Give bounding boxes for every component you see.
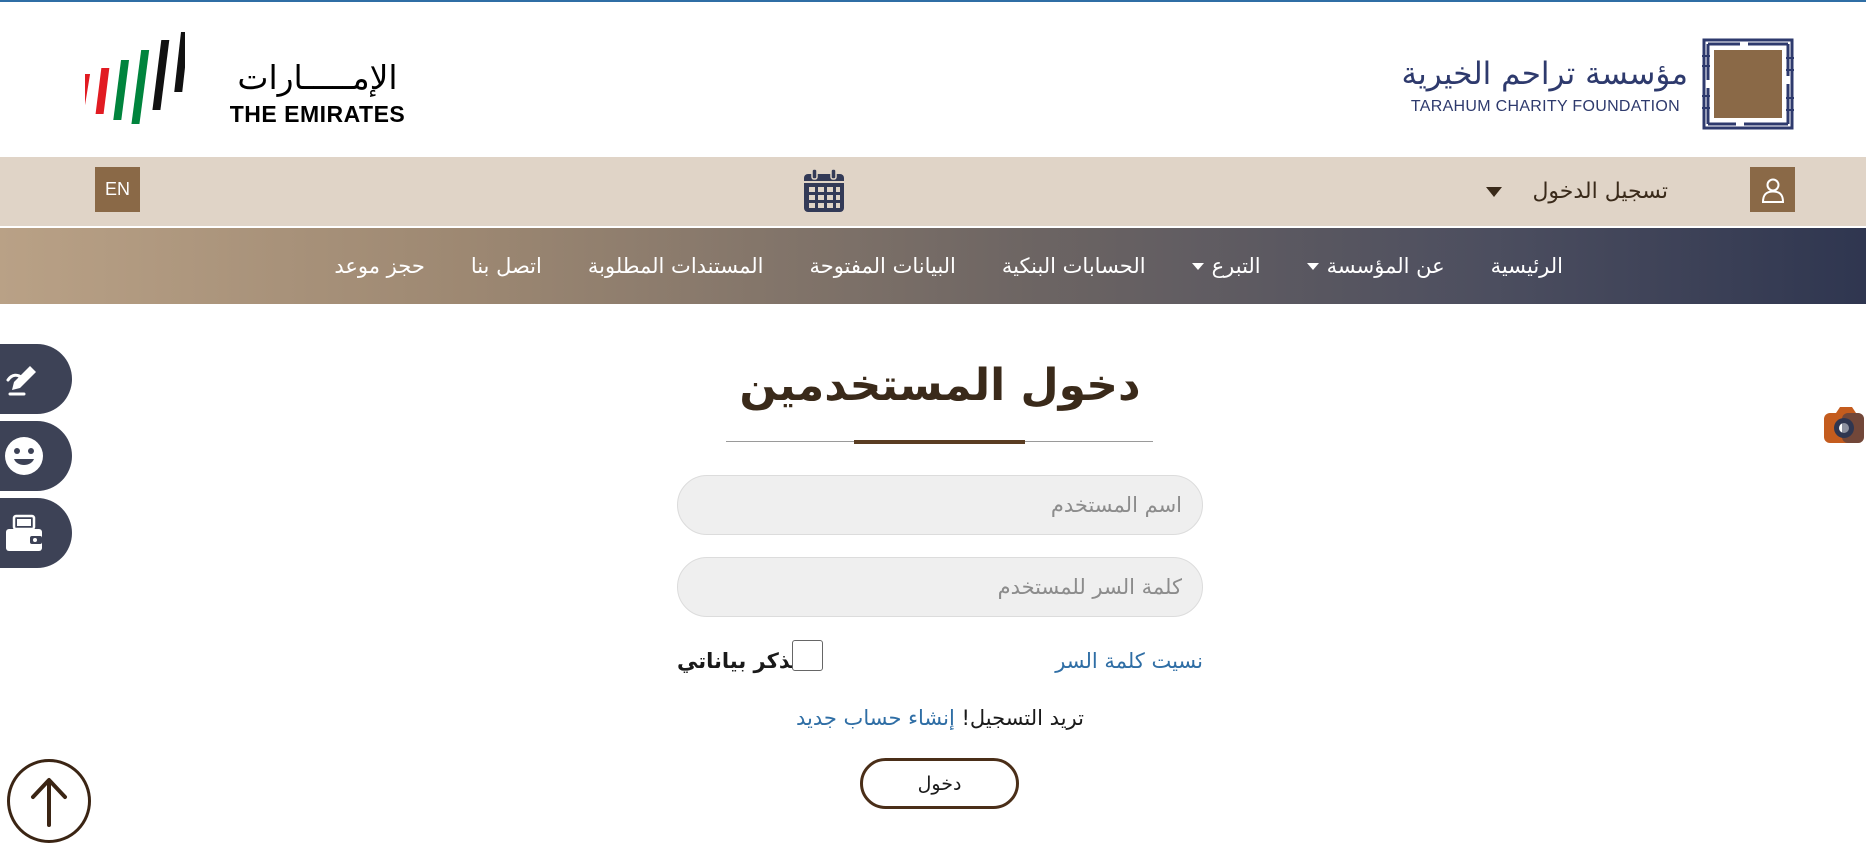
foundation-name-english: TARAHUM CHARITY FOUNDATION — [1410, 98, 1680, 115]
nav-item-label: التبرع — [1211, 254, 1261, 278]
nav-item-label: الرئيسية — [1490, 254, 1563, 278]
nav-item-home[interactable]: الرئيسية — [1491, 254, 1563, 278]
emirates-logo-arabic: الإمـــــارات — [237, 58, 398, 97]
chevron-down-icon — [1191, 262, 1204, 270]
nav-item-label: الحسابات البنكية — [1001, 254, 1146, 278]
scroll-to-top-button[interactable] — [7, 759, 91, 843]
smiley-icon — [5, 437, 43, 475]
emirates-logo-english: THE EMIRATES — [229, 101, 406, 127]
emirates-stripes-icon — [85, 32, 185, 124]
language-button[interactable]: EN — [95, 167, 140, 212]
foundation-name-arabic: مؤسسة تراحم الخيرية — [1401, 56, 1689, 92]
login-dropdown[interactable]: تسجيل الدخول — [1486, 179, 1668, 204]
nav-item-label: اتصل بنا — [470, 254, 542, 278]
side-button-wallet[interactable] — [0, 498, 72, 568]
camera-icon[interactable] — [1822, 403, 1866, 447]
site-header: الإمـــــارات THE EMIRATES مؤسسة تراحم ا… — [0, 2, 1866, 157]
nav-item-contact[interactable]: اتصل بنا — [471, 254, 542, 278]
nav-item-open-data[interactable]: البيانات المفتوحة — [809, 254, 955, 278]
foundation-logo[interactable]: مؤسسة تراحم الخيرية TARAHUM CHARITY FOUN… — [1396, 36, 1796, 132]
chevron-down-icon — [1486, 186, 1503, 197]
login-submit-button[interactable]: دخول — [860, 758, 1019, 809]
arrow-up-icon — [31, 778, 67, 827]
foundation-emblem-icon — [1702, 38, 1794, 130]
nav-item-label: البيانات المفتوحة — [809, 254, 956, 278]
remember-me-label: تذكر بياناتي — [677, 649, 799, 673]
password-input[interactable] — [677, 557, 1203, 617]
nav-item-required-documents[interactable]: المستندات المطلوبة — [588, 254, 764, 278]
utility-bar: EN تسجيل الدخول — [0, 157, 1866, 226]
nav-list: الرئيسية عن المؤسسة التبرع الحسابات البن… — [334, 228, 1563, 304]
nav-item-donate[interactable]: التبرع — [1191, 254, 1261, 278]
emirates-logo[interactable]: الإمـــــارات THE EMIRATES — [85, 30, 405, 130]
side-button-sign[interactable] — [0, 344, 72, 414]
register-prompt: تريد التسجيل! إنشاء حساب جديد — [640, 706, 1240, 730]
pen-hand-icon — [6, 366, 36, 396]
nav-item-about[interactable]: عن المؤسسة — [1306, 254, 1445, 278]
main-navigation: الرئيسية عن المؤسسة التبرع الحسابات البن… — [0, 228, 1866, 304]
nav-item-label: حجز موعد — [334, 254, 425, 278]
side-button-feedback[interactable] — [0, 421, 72, 491]
nav-item-book-appointment[interactable]: حجز موعد — [334, 254, 424, 278]
login-label: تسجيل الدخول — [1532, 179, 1668, 204]
nav-item-label: عن المؤسسة — [1326, 254, 1445, 278]
username-input[interactable] — [677, 475, 1203, 535]
page-title: دخول المستخدمين — [739, 360, 1141, 411]
forgot-password-link[interactable]: نسيت كلمة السر — [1055, 649, 1203, 673]
register-prompt-text: تريد التسجيل! — [961, 706, 1084, 730]
chevron-down-icon — [1306, 262, 1319, 270]
wallet-icon — [6, 514, 42, 551]
remember-me-checkbox[interactable] — [792, 640, 823, 671]
nav-item-label: المستندات المطلوبة — [587, 254, 764, 278]
create-account-link[interactable]: إنشاء حساب جديد — [796, 706, 955, 730]
calendar-icon[interactable] — [801, 167, 847, 215]
nav-item-bank-accounts[interactable]: الحسابات البنكية — [1002, 254, 1146, 278]
title-divider-accent — [854, 440, 1025, 444]
user-icon[interactable] — [1750, 167, 1795, 212]
